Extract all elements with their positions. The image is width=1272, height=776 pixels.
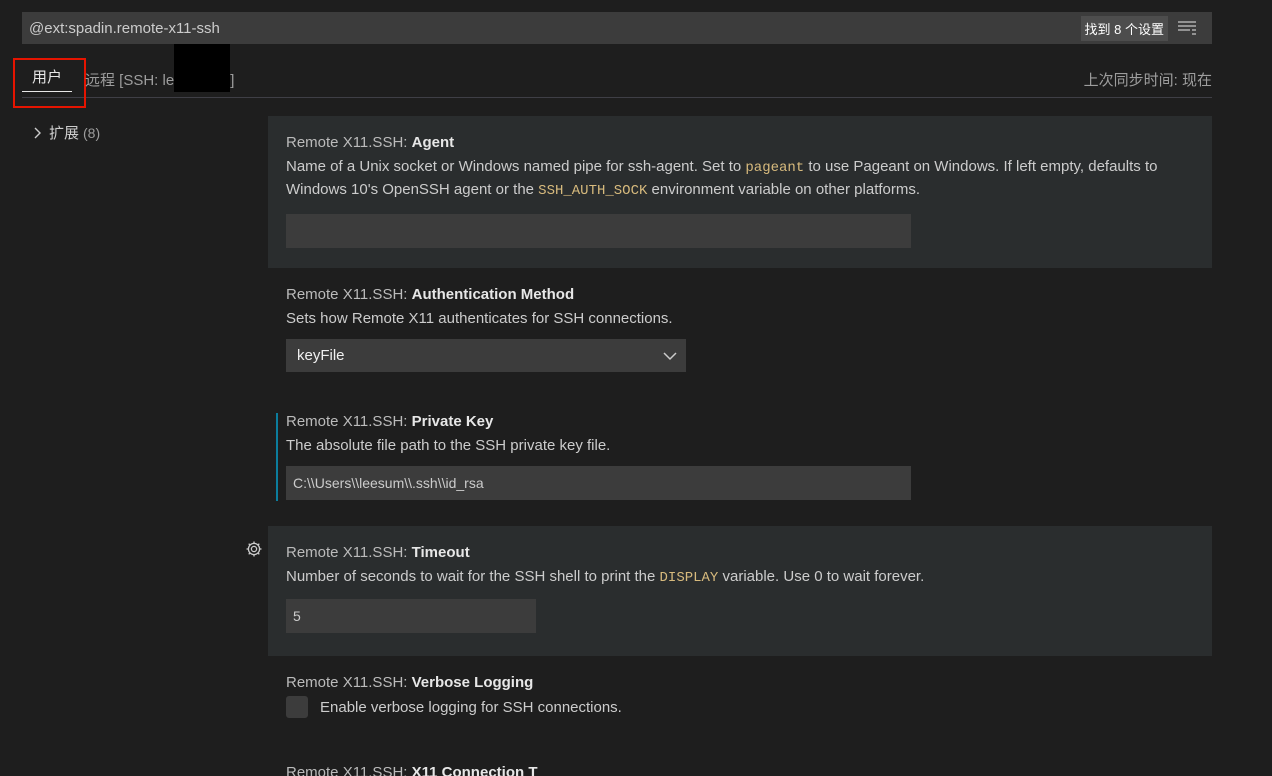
chevron-right-icon — [34, 127, 41, 138]
setting-agent: Remote X11.SSH: Agent Name of a Unix soc… — [268, 116, 1212, 268]
setting-title: Remote X11.SSH: Private Key — [286, 413, 494, 430]
result-count-badge: 找到 8 个设置 — [1080, 15, 1168, 41]
setting-description: The absolute file path to the SSH privat… — [286, 437, 611, 454]
gear-icon[interactable] — [245, 540, 263, 558]
timeout-input[interactable] — [286, 599, 536, 633]
verbose-logging-row: Enable verbose logging for SSH connectio… — [286, 696, 1212, 718]
code-ssh-auth-sock: SSH_AUTH_SOCK — [538, 183, 648, 199]
private-key-input[interactable] — [286, 466, 911, 500]
tab-user[interactable]: 用户 — [22, 66, 73, 92]
settings-search-input[interactable] — [22, 12, 1081, 44]
setting-description: Sets how Remote X11 authenticates for SS… — [286, 310, 673, 327]
setting-description: Number of seconds to wait for the SSH sh… — [286, 568, 925, 586]
setting-verbose-logging: Remote X11.SSH: Verbose Logging Enable v… — [268, 656, 1212, 756]
chevron-down-icon — [663, 352, 677, 361]
setting-title: Remote X11.SSH: Agent — [286, 134, 455, 151]
settings-scope-tabs: 用户 远程 [SSH: le] 上次同步时间: 现在 — [13, 44, 1212, 108]
setting-title: Remote X11.SSH: Verbose Logging — [286, 674, 534, 691]
tab-remote[interactable]: 远程 [SSH: le] — [85, 44, 235, 93]
tree-item-count: (8) — [83, 124, 101, 141]
setting-title: Remote X11.SSH: Authentication Method — [286, 286, 575, 303]
tree-item-extensions[interactable]: 扩展 (8) — [30, 122, 100, 143]
redaction-block — [174, 44, 231, 93]
setting-private-key: Remote X11.SSH: Private Key The absolute… — [268, 398, 1212, 526]
setting-title: Remote X11.SSH: Timeout — [286, 544, 470, 561]
modified-indicator — [276, 413, 278, 501]
agent-input[interactable] — [286, 214, 911, 248]
authentication-method-select[interactable]: keyFile — [286, 339, 686, 372]
setting-title-partial: Remote X11.SSH: X11 Connection T — [286, 764, 538, 776]
sync-status: 上次同步时间: 现在 — [1083, 72, 1212, 89]
tree-item-label: 扩展 — [49, 125, 80, 142]
code-pageant: pageant — [745, 160, 805, 176]
tab-user-label: 用户 — [32, 69, 63, 86]
setting-timeout: Remote X11.SSH: Timeout Number of second… — [268, 526, 1212, 656]
verbose-logging-checkbox[interactable] — [286, 696, 308, 718]
setting-description: Name of a Unix socket or Windows named p… — [286, 158, 1158, 199]
checkbox-label: Enable verbose logging for SSH connectio… — [320, 698, 622, 716]
code-display: DISPLAY — [659, 570, 719, 586]
setting-authentication-method: Remote X11.SSH: Authentication Method Se… — [268, 268, 1212, 398]
filter-icon[interactable] — [1178, 20, 1198, 36]
tab-remote-prefix: 远程 [SSH: le — [85, 72, 175, 89]
tab-remote-suffix: ] — [230, 72, 235, 89]
settings-search-bar: 找到 8 个设置 — [22, 12, 1212, 44]
select-value: keyFile — [297, 347, 345, 364]
